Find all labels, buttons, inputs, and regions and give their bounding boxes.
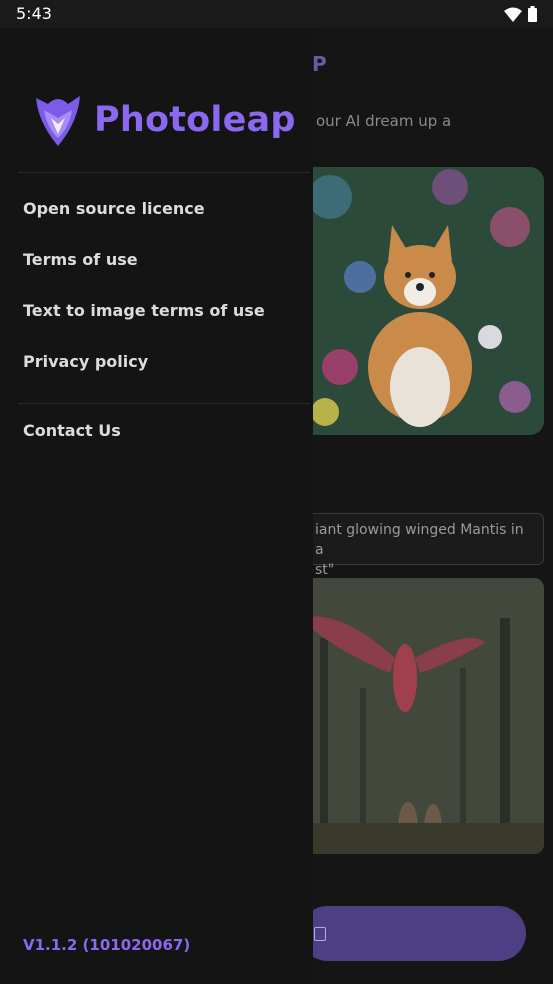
status-bar: 5:43 [0,0,553,28]
menu-item-text-to-image-terms[interactable]: Text to image terms of use [23,301,265,320]
background-title: P [312,52,327,76]
navigation-drawer: Photoleap Open source licence Terms of u… [0,28,313,984]
document-icon [314,926,326,941]
status-icons [504,6,537,22]
brand-header: Photoleap [34,94,296,146]
mantis-forest-image[interactable] [300,578,544,854]
menu-item-privacy-policy[interactable]: Privacy policy [23,352,148,371]
prompt-line-2: st" [315,562,335,578]
app-version: V1.1.2 (101020067) [23,936,191,954]
brand-name: Photoleap [94,100,296,140]
photoleap-logo-icon [36,96,80,146]
background-prompt-box[interactable]: iant glowing winged Mantis in a st" [300,513,544,578]
menu-item-terms-of-use[interactable]: Terms of use [23,250,138,269]
background-subtitle: our AI dream up a [316,112,452,130]
menu-item-contact-us[interactable]: Contact Us [23,421,121,440]
menu-item-open-source-licence[interactable]: Open source licence [23,199,205,218]
status-time: 5:43 [16,4,52,23]
background-generate-button[interactable] [300,906,526,961]
drawer-divider-bottom [18,403,310,404]
drawer-divider-top [18,172,310,173]
prompt-line-1: iant glowing winged Mantis in a [315,522,524,558]
corgi-garden-image[interactable] [300,167,544,435]
wifi-icon [504,7,522,22]
battery-icon [528,6,537,22]
